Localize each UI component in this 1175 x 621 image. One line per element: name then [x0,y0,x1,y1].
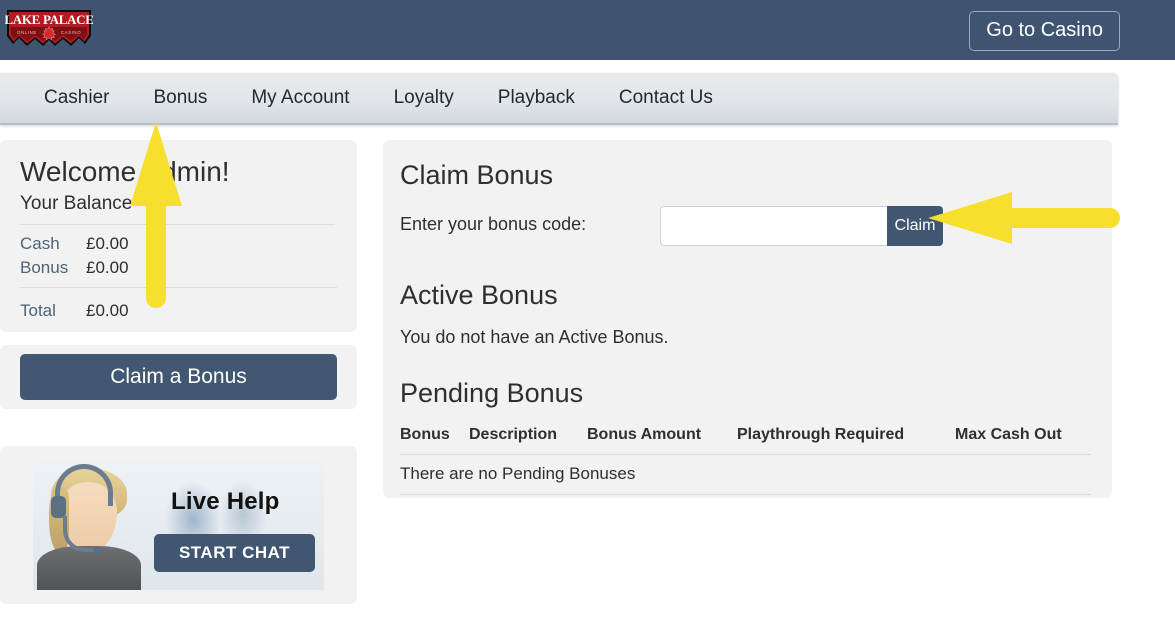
bonus-main-panel: Claim Bonus Enter your bonus code: Claim… [383,140,1112,498]
nav-item-playback[interactable]: Playback [476,73,597,123]
nav-item-bonus[interactable]: Bonus [131,73,229,123]
live-help-title: Live Help [171,488,280,515]
nav-list: Cashier Bonus My Account Loyalty Playbac… [0,73,735,123]
balance-subtitle: Your Balance [20,190,335,225]
balance-value-total: £0.00 [86,301,129,320]
welcome-title: Welcome Admin! [20,156,230,187]
nav-item-my-account[interactable]: My Account [229,73,371,123]
svg-text:CASINO: CASINO [61,30,81,35]
nav-item-cashier[interactable]: Cashier [22,73,131,123]
balance-row-bonus: Bonus £0.00 [20,256,337,280]
active-bonus-title: Active Bonus [400,280,558,310]
balance-rows: Cash £0.00 Bonus £0.00 [20,225,337,288]
support-agent-photo [33,460,145,590]
claim-code-button[interactable]: Claim [887,206,943,246]
column-header-max-cash-out: Max Cash Out [955,426,1091,455]
active-bonus-empty-text: You do not have an Active Bonus. [400,327,669,347]
table-header-row: Bonus Description Bonus Amount Playthrou… [400,426,1091,455]
bonus-code-label: Enter your bonus code: [400,214,587,234]
balance-value-bonus: £0.00 [86,258,129,277]
lake-palace-logo[interactable]: LAKE PALACE ONLINE CASINO [5,8,93,52]
nav-item-contact-us[interactable]: Contact Us [597,73,735,123]
live-help-panel: Live Help START CHAT [0,446,357,604]
pending-bonus-table-head: Bonus Description Bonus Amount Playthrou… [400,426,1091,455]
balance-panel: Welcome Admin! Your Balance Cash £0.00 B… [0,140,357,332]
pending-bonus-empty-text: There are no Pending Bonuses [400,454,1091,495]
column-header-bonus: Bonus [400,426,469,455]
live-help-card[interactable]: Live Help START CHAT [33,460,324,590]
nav-item-loyalty[interactable]: Loyalty [372,73,476,123]
site-header: LAKE PALACE ONLINE CASINO Go to Casino [0,0,1175,60]
bonus-code-row: Enter your bonus code: Claim [400,206,1091,248]
claim-code-input[interactable] [660,206,887,246]
balance-value-cash: £0.00 [86,234,129,253]
pending-bonus-title: Pending Bonus [400,378,584,408]
pending-bonus-table-body: There are no Pending Bonuses [400,454,1091,495]
column-header-description: Description [469,426,587,455]
balance-row-cash: Cash £0.00 [20,232,337,256]
claim-a-bonus-button[interactable]: Claim a Bonus [20,354,337,400]
balance-label-cash: Cash [20,234,60,253]
svg-text:LAKE PALACE: LAKE PALACE [5,12,93,27]
balance-label-bonus: Bonus [20,258,69,277]
start-chat-button[interactable]: START CHAT [154,534,315,572]
claim-bonus-title: Claim Bonus [400,160,554,190]
go-to-casino-button[interactable]: Go to Casino [969,11,1120,51]
claim-a-bonus-panel: Claim a Bonus [0,345,357,409]
table-row: There are no Pending Bonuses [400,454,1091,495]
svg-text:ONLINE: ONLINE [17,30,37,35]
column-header-playthrough-required: Playthrough Required [737,426,955,455]
pending-bonus-table: Bonus Description Bonus Amount Playthrou… [400,426,1091,495]
balance-label-total: Total [20,301,56,320]
main-navigation: Cashier Bonus My Account Loyalty Playbac… [0,73,1118,125]
column-header-bonus-amount: Bonus Amount [587,426,737,455]
balance-row-total: Total £0.00 [20,288,337,323]
